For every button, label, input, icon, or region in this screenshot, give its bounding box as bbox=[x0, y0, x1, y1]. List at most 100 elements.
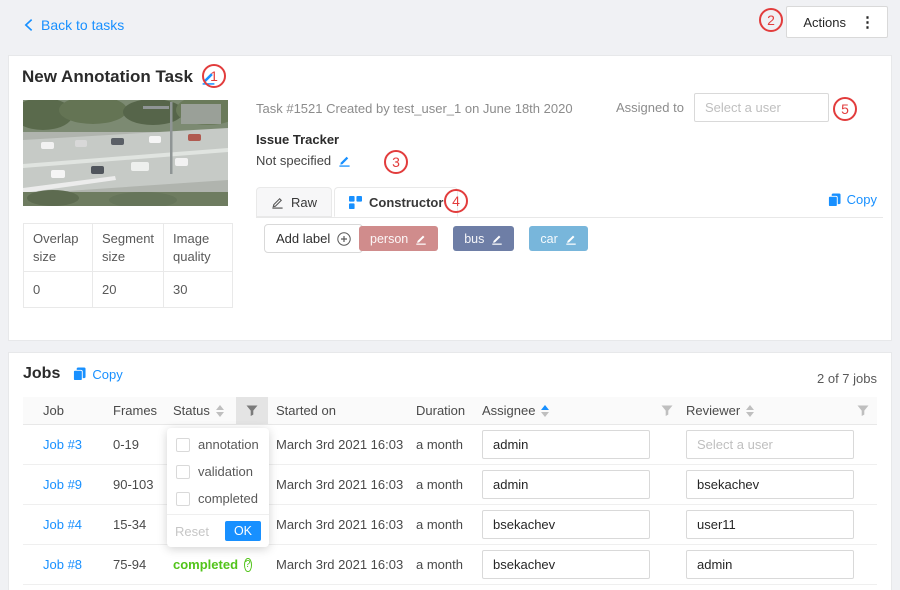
add-label-button[interactable]: Add label bbox=[264, 224, 363, 253]
reviewer-select[interactable] bbox=[686, 550, 854, 579]
filter-option-label: validation bbox=[198, 464, 253, 479]
column-header-started: Started on bbox=[268, 403, 408, 418]
started-cell: March 3rd 2021 16:03 bbox=[268, 437, 408, 452]
filter-ok-button[interactable]: OK bbox=[225, 521, 261, 541]
label-tags: person bus car bbox=[359, 226, 588, 251]
annotation-marker-2: 2 bbox=[759, 8, 783, 32]
more-icon: ⋮ bbox=[860, 13, 875, 31]
task-title-text: New Annotation Task bbox=[22, 67, 193, 87]
assignee-select[interactable] bbox=[482, 470, 650, 499]
filter-option-label: annotation bbox=[198, 437, 259, 452]
annotation-marker-5: 5 bbox=[833, 97, 857, 121]
label-tag-person-name: person bbox=[370, 232, 408, 246]
param-value-overlap: 0 bbox=[24, 272, 93, 308]
label-tag-bus[interactable]: bus bbox=[453, 226, 514, 251]
table-row: Job #8 75-94 completed ? March 3rd 2021 … bbox=[23, 545, 877, 585]
sort-icon[interactable] bbox=[216, 405, 224, 417]
filter-option-validation[interactable]: validation bbox=[167, 458, 269, 485]
task-detail-page: Back to tasks Actions ⋮ 1 2 3 4 5 New An… bbox=[0, 0, 900, 590]
param-header-overlap: Overlap size bbox=[24, 224, 93, 272]
tab-raw[interactable]: Raw bbox=[256, 187, 332, 217]
copy-icon bbox=[73, 367, 86, 381]
job-link[interactable]: Job #9 bbox=[43, 477, 82, 492]
traffic-scene-image bbox=[23, 100, 228, 206]
actions-label: Actions bbox=[803, 15, 846, 30]
filter-icon[interactable] bbox=[661, 405, 673, 417]
copy-icon bbox=[828, 193, 841, 207]
labels-copy-link[interactable]: Copy bbox=[828, 192, 877, 207]
tab-constructor[interactable]: Constructor bbox=[334, 187, 458, 217]
status-text: completed bbox=[173, 557, 238, 572]
labels-tabbar: Raw Constructor bbox=[256, 188, 883, 218]
jobs-header: Jobs Copy bbox=[23, 365, 123, 383]
filter-footer: Reset OK bbox=[167, 514, 269, 547]
plus-circle-icon bbox=[337, 232, 351, 246]
filter-reset-button[interactable]: Reset bbox=[175, 524, 209, 539]
tab-constructor-label: Constructor bbox=[369, 195, 443, 210]
jobs-table: Job Frames Status Started on Duration As… bbox=[23, 397, 877, 585]
sort-icon-active[interactable] bbox=[541, 405, 549, 417]
jobs-table-header: Job Frames Status Started on Duration As… bbox=[23, 397, 877, 425]
issue-tracker-value: Not specified bbox=[256, 153, 331, 168]
started-cell: March 3rd 2021 16:03 bbox=[268, 517, 408, 532]
label-tag-car[interactable]: car bbox=[529, 226, 587, 251]
column-header-duration: Duration bbox=[408, 403, 474, 418]
duration-cell: a month bbox=[408, 477, 474, 492]
filter-option-annotation[interactable]: annotation bbox=[167, 431, 269, 458]
param-value-segment: 20 bbox=[93, 272, 164, 308]
label-tag-person[interactable]: person bbox=[359, 226, 438, 251]
reviewer-select[interactable] bbox=[686, 510, 854, 539]
column-header-assignee[interactable]: Assignee bbox=[474, 403, 656, 418]
frames-cell: 15-34 bbox=[113, 517, 173, 532]
job-link[interactable]: Job #8 bbox=[43, 557, 82, 572]
edit-tracker-icon[interactable] bbox=[338, 154, 351, 167]
pencil-icon bbox=[271, 196, 284, 209]
status-badge: completed ? bbox=[173, 557, 236, 572]
reviewer-select[interactable] bbox=[686, 430, 854, 459]
assignee-select[interactable] bbox=[482, 430, 650, 459]
edit-label-icon[interactable] bbox=[491, 233, 503, 245]
checkbox[interactable] bbox=[176, 438, 190, 452]
chevron-left-icon bbox=[24, 18, 33, 32]
issue-tracker-label: Issue Tracker bbox=[256, 132, 339, 147]
filter-icon[interactable] bbox=[246, 405, 258, 417]
checkbox[interactable] bbox=[176, 465, 190, 479]
add-label-text: Add label bbox=[276, 231, 330, 246]
param-value-quality: 30 bbox=[164, 272, 233, 308]
sort-icon[interactable] bbox=[746, 405, 754, 417]
edit-label-icon[interactable] bbox=[565, 233, 577, 245]
table-row: Job #9 90-103 March 3rd 2021 16:03 a mon… bbox=[23, 465, 877, 505]
assignee-filter-button[interactable] bbox=[656, 405, 678, 417]
reviewer-select[interactable] bbox=[686, 470, 854, 499]
started-cell: March 3rd 2021 16:03 bbox=[268, 477, 408, 492]
column-header-frames: Frames bbox=[113, 403, 173, 418]
jobs-copy-link[interactable]: Copy bbox=[73, 367, 122, 382]
param-header-quality: Image quality bbox=[164, 224, 233, 272]
column-header-reviewer[interactable]: Reviewer bbox=[678, 403, 846, 418]
jobs-count: 2 of 7 jobs bbox=[817, 371, 877, 386]
duration-cell: a month bbox=[408, 437, 474, 452]
column-header-status[interactable]: Status bbox=[173, 403, 236, 418]
job-link[interactable]: Job #4 bbox=[43, 517, 82, 532]
labels-copy-label: Copy bbox=[847, 192, 877, 207]
status-filter-button[interactable] bbox=[236, 397, 268, 424]
assignee-select[interactable] bbox=[482, 550, 650, 579]
filter-icon[interactable] bbox=[857, 405, 869, 417]
filter-option-completed[interactable]: completed bbox=[167, 485, 269, 512]
assignee-select[interactable] bbox=[482, 510, 650, 539]
filter-option-label: completed bbox=[198, 491, 258, 506]
column-header-job: Job bbox=[23, 403, 113, 418]
job-link[interactable]: Job #3 bbox=[43, 437, 82, 452]
edit-label-icon[interactable] bbox=[415, 233, 427, 245]
task-parameters-table: Overlap size Segment size Image quality … bbox=[23, 223, 233, 308]
reviewer-filter-button[interactable] bbox=[846, 405, 877, 417]
issue-tracker-value-row: Not specified bbox=[256, 153, 351, 168]
back-to-tasks-link[interactable]: Back to tasks bbox=[24, 17, 124, 33]
frames-cell: 75-94 bbox=[113, 557, 173, 572]
checkbox[interactable] bbox=[176, 492, 190, 506]
duration-cell: a month bbox=[408, 517, 474, 532]
assigned-to-select[interactable] bbox=[694, 93, 829, 122]
annotation-marker-1: 1 bbox=[202, 64, 226, 88]
actions-button[interactable]: Actions ⋮ bbox=[786, 6, 888, 38]
jobs-card: Jobs Copy 2 of 7 jobs Job Frames Status … bbox=[8, 352, 892, 590]
